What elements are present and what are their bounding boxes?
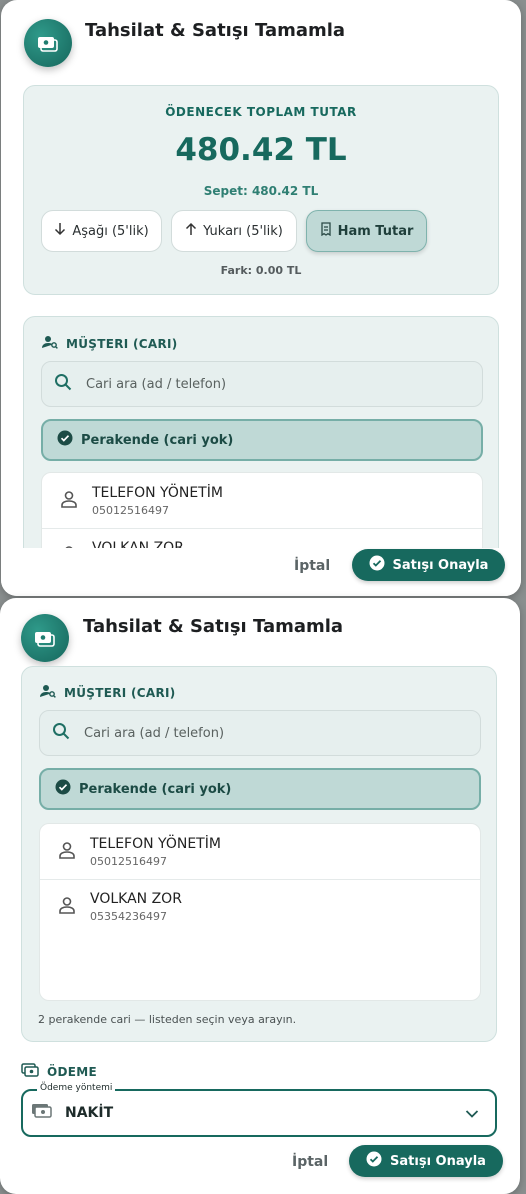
customer-search-input[interactable]: Cari ara (ad / telefon) bbox=[41, 361, 483, 407]
confirm-label: Satışı Onayla bbox=[392, 557, 489, 573]
cancel-button[interactable]: İptal bbox=[292, 1154, 328, 1170]
check-circle-icon bbox=[57, 430, 73, 450]
cash-icon bbox=[21, 614, 69, 662]
payment-title-text: ÖDEME bbox=[47, 1064, 97, 1079]
payment-dialog-scrolled: Tahsilat & Satışı Tamamla MÜŞTERI (CARI)… bbox=[0, 598, 520, 1194]
arrow-up-icon bbox=[185, 222, 197, 240]
list-item[interactable]: VOLKAN ZOR 05354236497 bbox=[40, 879, 480, 934]
person-search-icon bbox=[40, 684, 56, 701]
customer-search-input[interactable]: Cari ara (ad / telefon) bbox=[39, 710, 481, 756]
list-item[interactable]: TELEFON YÖNETİM 05012516497 bbox=[40, 824, 480, 879]
check-circle-icon bbox=[55, 779, 71, 799]
retail-option[interactable]: Perakende (cari yok) bbox=[39, 768, 481, 810]
person-search-icon bbox=[42, 335, 58, 352]
round-up-button[interactable]: Yukarı (5'lik) bbox=[171, 210, 297, 252]
customer-hint: 2 perakende cari — listeden seçin veya a… bbox=[38, 1013, 297, 1026]
list-item[interactable]: TELEFON YÖNETİM 05012516497 bbox=[42, 473, 482, 528]
total-amount: 480.42 TL bbox=[175, 132, 347, 168]
search-icon bbox=[54, 373, 72, 395]
retail-option[interactable]: Perakende (cari yok) bbox=[41, 419, 483, 461]
retail-label: Perakende (cari yok) bbox=[79, 781, 232, 797]
round-down-button[interactable]: Aşağı (5'lik) bbox=[41, 210, 162, 252]
customer-card: MÜŞTERI (CARI) Cari ara (ad / telefon) P… bbox=[21, 666, 497, 1042]
cash-icon bbox=[21, 1063, 39, 1080]
customer-phone: 05354236497 bbox=[90, 910, 167, 923]
retail-label: Perakende (cari yok) bbox=[81, 432, 234, 448]
customer-title-text: MÜŞTERI (CARI) bbox=[64, 685, 176, 700]
customer-name: TELEFON YÖNETİM bbox=[92, 484, 223, 501]
confirm-label: Satışı Onayla bbox=[390, 1153, 486, 1169]
person-icon bbox=[58, 841, 76, 863]
confirm-sale-button[interactable]: Satışı Onayla bbox=[349, 1145, 503, 1177]
round-up-label: Yukarı (5'lik) bbox=[203, 223, 283, 239]
customer-title-text: MÜŞTERI (CARI) bbox=[66, 336, 178, 351]
chevron-down-icon bbox=[465, 1107, 479, 1123]
customer-name: TELEFON YÖNETİM bbox=[90, 835, 221, 852]
check-circle-icon bbox=[366, 1151, 382, 1171]
arrow-down-icon bbox=[54, 222, 66, 240]
customer-phone: 05012516497 bbox=[90, 854, 167, 868]
person-icon bbox=[60, 490, 78, 512]
cash-icon bbox=[24, 19, 72, 67]
round-down-label: Aşağı (5'lik) bbox=[72, 223, 149, 239]
customer-phone: 05012516497 bbox=[92, 503, 169, 517]
payment-method-value: NAKİT bbox=[65, 1105, 114, 1121]
basket-total: Sepet: 480.42 TL bbox=[203, 184, 319, 198]
total-label: ÖDENECEK TOPLAM TUTAR bbox=[165, 105, 357, 119]
raw-amount-button[interactable]: Ham Tutar bbox=[306, 210, 427, 252]
dialog-footer: İptal Satışı Onayla bbox=[1, 548, 521, 596]
payment-method-label: Ödeme yöntemi bbox=[37, 1083, 116, 1093]
cancel-button[interactable]: İptal bbox=[294, 558, 330, 574]
dialog-title: Tahsilat & Satışı Tamamla bbox=[83, 616, 344, 637]
total-card: ÖDENECEK TOPLAM TUTAR 480.42 TL Sepet: 4… bbox=[23, 85, 499, 295]
confirm-sale-button[interactable]: Satışı Onayla bbox=[352, 549, 505, 581]
payment-method-select[interactable]: Ödeme yöntemi NAKİT bbox=[21, 1083, 497, 1137]
customer-section-title: MÜŞTERI (CARI) bbox=[40, 684, 176, 701]
customer-card: MÜŞTERI (CARI) Cari ara (ad / telefon) P… bbox=[23, 316, 499, 596]
customer-list: TELEFON YÖNETİM 05012516497 VOLKAN ZOR 0… bbox=[39, 823, 481, 1001]
payment-dialog-top: Tahsilat & Satışı Tamamla ÖDENECEK TOPLA… bbox=[1, 0, 521, 596]
receipt-icon bbox=[320, 222, 332, 240]
cash-icon bbox=[31, 1103, 53, 1123]
payment-section-title: ÖDEME bbox=[21, 1063, 97, 1080]
customer-section-title: MÜŞTERI (CARI) bbox=[42, 335, 178, 352]
difference-text: Fark: 0.00 TL bbox=[220, 264, 302, 277]
person-icon bbox=[58, 896, 76, 918]
raw-amount-label: Ham Tutar bbox=[337, 223, 414, 239]
check-circle-icon bbox=[369, 555, 385, 575]
dialog-title: Tahsilat & Satışı Tamamla bbox=[85, 20, 346, 41]
search-placeholder: Cari ara (ad / telefon) bbox=[84, 725, 225, 741]
search-icon bbox=[52, 722, 70, 744]
search-placeholder: Cari ara (ad / telefon) bbox=[86, 376, 227, 392]
customer-name: VOLKAN ZOR bbox=[90, 891, 182, 907]
